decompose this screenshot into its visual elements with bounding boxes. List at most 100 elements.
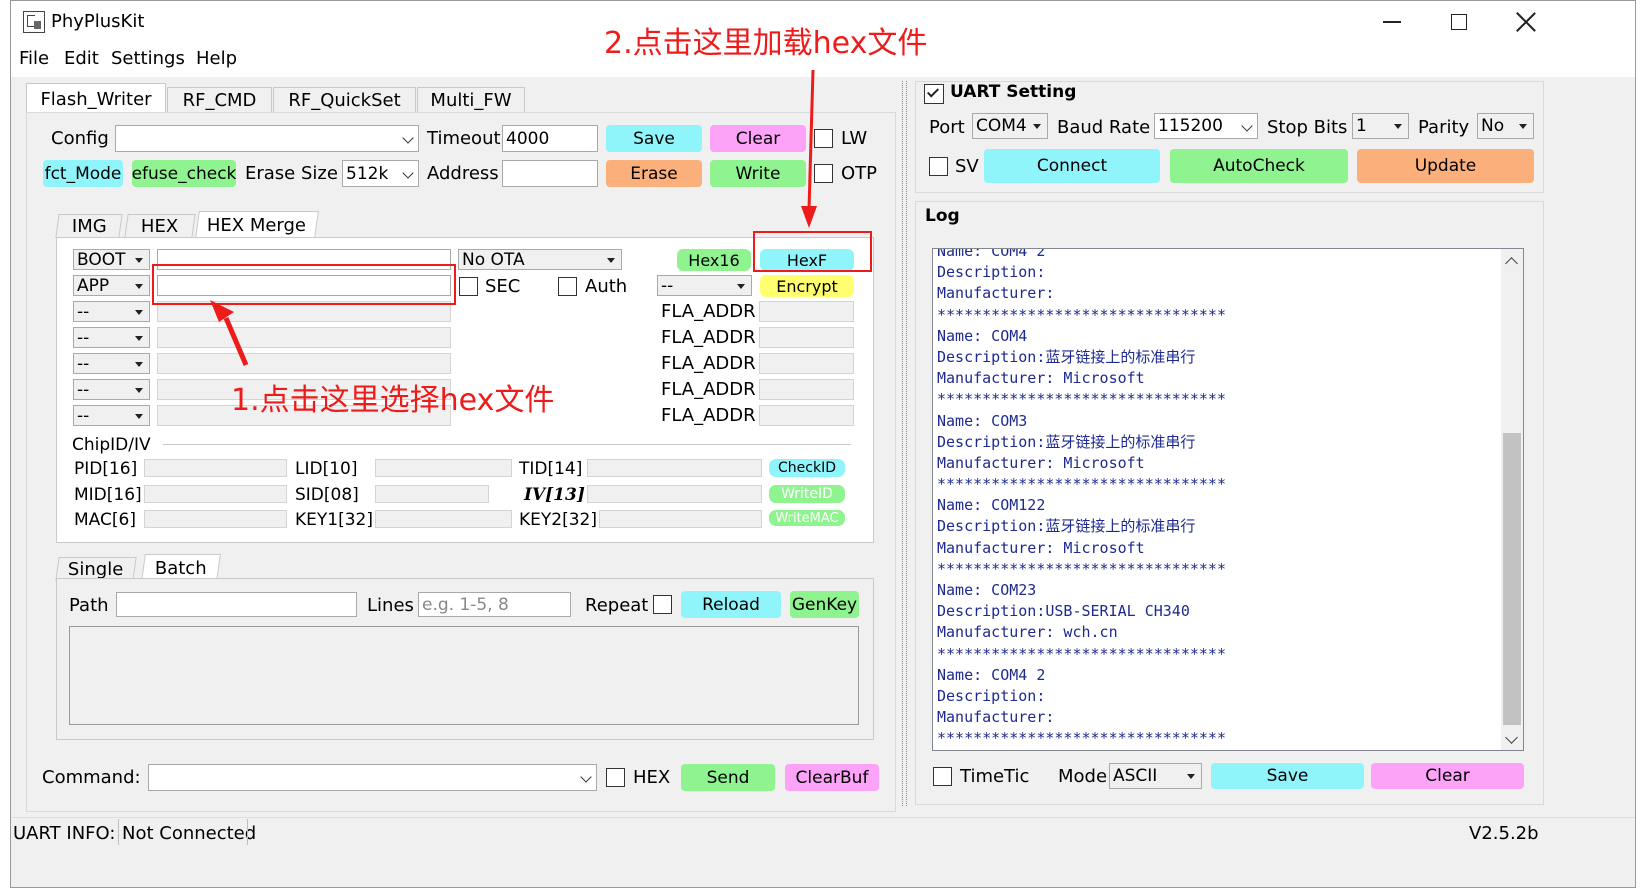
sid-input[interactable] [375, 485, 489, 503]
sec-checkbox[interactable] [459, 277, 478, 296]
connect-button[interactable]: Connect [984, 149, 1160, 183]
batch-textarea[interactable] [69, 626, 859, 725]
lines-input[interactable]: e.g. 1-5, 8 [418, 592, 571, 617]
tab-rf-quickset[interactable]: RF_QuickSet [273, 87, 416, 113]
chipid-divider [163, 444, 851, 445]
uart-setting-checkbox[interactable] [924, 84, 944, 104]
lid-input[interactable] [375, 459, 512, 477]
clear-config-button[interactable]: Clear [710, 125, 806, 152]
save-log-button[interactable]: Save [1211, 763, 1364, 789]
timeout-input[interactable]: 4000 [502, 125, 598, 152]
tab-multi-fw[interactable]: Multi_FW [417, 87, 525, 113]
slot-select[interactable]: -- [73, 405, 150, 426]
lines-label: Lines [367, 595, 414, 616]
otp-label: OTP [841, 163, 878, 184]
slot-select[interactable]: -- [73, 379, 150, 400]
slot-file-input[interactable] [157, 353, 451, 374]
fct-mode-button[interactable]: fct_Mode [43, 160, 123, 187]
port-select[interactable]: COM4 [972, 113, 1048, 139]
splitter[interactable] [906, 81, 907, 806]
reload-button[interactable]: Reload [681, 591, 781, 618]
write-id-button[interactable]: WriteID [769, 485, 845, 503]
sv-checkbox[interactable] [929, 157, 948, 176]
encrypt-button[interactable]: Encrypt [760, 275, 854, 297]
fla-addr-input[interactable] [759, 405, 854, 426]
pid-input[interactable] [144, 459, 287, 477]
splitter[interactable] [902, 81, 903, 806]
tab-batch[interactable]: Batch [141, 554, 221, 581]
fla-addr-input[interactable] [759, 301, 854, 322]
scroll-thumb[interactable] [1503, 433, 1521, 725]
log-line: Manufacturer: [937, 708, 1055, 727]
auth-checkbox[interactable] [558, 277, 577, 296]
fla-addr-input[interactable] [759, 353, 854, 374]
log-line: Name: COM4 [937, 326, 1028, 345]
scroll-up-icon[interactable] [1505, 257, 1518, 270]
mid-input[interactable] [144, 485, 287, 503]
log-scrollbar[interactable] [1501, 249, 1523, 750]
erase-button[interactable]: Erase [606, 160, 702, 187]
efuse-check-button[interactable]: efuse_check [132, 160, 236, 187]
timetic-checkbox[interactable] [933, 767, 952, 786]
subtab-hex[interactable]: HEX [124, 214, 196, 238]
encrypt-mode-select[interactable]: -- [657, 275, 752, 296]
subtab-hex-merge[interactable]: HEX Merge [195, 211, 319, 238]
log-line: ******************************** [937, 475, 1226, 494]
repeat-checkbox[interactable] [653, 595, 672, 614]
fla-addr-input[interactable] [759, 379, 854, 400]
boot-select[interactable]: BOOT [73, 249, 150, 270]
path-input[interactable] [116, 592, 357, 617]
hex-checkbox[interactable] [606, 768, 625, 787]
mac-input[interactable] [144, 510, 287, 528]
lw-checkbox[interactable] [814, 129, 833, 148]
save-config-button[interactable]: Save [606, 125, 702, 152]
subtab-img[interactable]: IMG [55, 214, 123, 238]
tab-flash-writer[interactable]: Flash_Writer [26, 83, 166, 114]
erase-size-label: Erase Size [245, 163, 338, 184]
annotation-step1: 1.点击这里选择hex文件 [231, 383, 555, 418]
menu-help[interactable]: Help [196, 48, 237, 69]
fla-addr-input[interactable] [759, 327, 854, 348]
ota-select[interactable]: No OTA [458, 249, 622, 270]
log-output[interactable]: Name: COM4 2 Description: Manufacturer: ***… [932, 248, 1524, 751]
slot-select[interactable]: -- [73, 353, 150, 374]
maximize-icon[interactable] [1451, 14, 1467, 30]
menu-settings[interactable]: Settings [111, 48, 185, 69]
menu-file[interactable]: File [19, 48, 49, 69]
tid-input[interactable] [587, 459, 762, 477]
erase-size-select[interactable]: 512k [342, 160, 419, 187]
stop-bits-select[interactable]: 1 [1352, 113, 1409, 139]
otp-checkbox[interactable] [814, 164, 833, 183]
lw-label: LW [841, 128, 868, 149]
write-button[interactable]: Write [710, 160, 806, 187]
genkey-button[interactable]: GenKey [790, 591, 859, 618]
slot-select[interactable]: -- [73, 301, 150, 322]
app-select[interactable]: APP [73, 275, 150, 296]
address-input[interactable] [502, 160, 598, 187]
tab-rf-cmd[interactable]: RF_CMD [167, 87, 272, 113]
scroll-down-icon[interactable] [1505, 731, 1518, 744]
menu-edit[interactable]: Edit [64, 48, 99, 69]
key1-input[interactable] [375, 510, 512, 528]
command-select[interactable] [148, 764, 597, 791]
clear-log-button[interactable]: Clear [1371, 763, 1524, 789]
key2-input[interactable] [599, 510, 762, 528]
update-button[interactable]: Update [1357, 149, 1534, 183]
write-mac-button[interactable]: WriteMAC [769, 510, 845, 526]
hex16-button[interactable]: Hex16 [677, 249, 751, 271]
minimize-icon[interactable] [1383, 21, 1401, 23]
close-icon[interactable] [1515, 11, 1537, 33]
baud-rate-select[interactable]: 115200 [1154, 113, 1258, 139]
iv-input[interactable] [587, 485, 762, 503]
hex-label: HEX [633, 767, 671, 788]
slot-file-input[interactable] [157, 327, 451, 348]
parity-select[interactable]: No [1477, 113, 1534, 139]
key2-label: KEY2[32] [519, 510, 597, 530]
config-select[interactable] [115, 125, 419, 152]
clearbuf-button[interactable]: ClearBuf [785, 764, 879, 791]
send-button[interactable]: Send [681, 764, 775, 791]
mode-select[interactable]: ASCII [1109, 763, 1202, 789]
autocheck-button[interactable]: AutoCheck [1170, 149, 1348, 183]
slot-select[interactable]: -- [73, 327, 150, 348]
check-id-button[interactable]: CheckID [769, 459, 845, 477]
